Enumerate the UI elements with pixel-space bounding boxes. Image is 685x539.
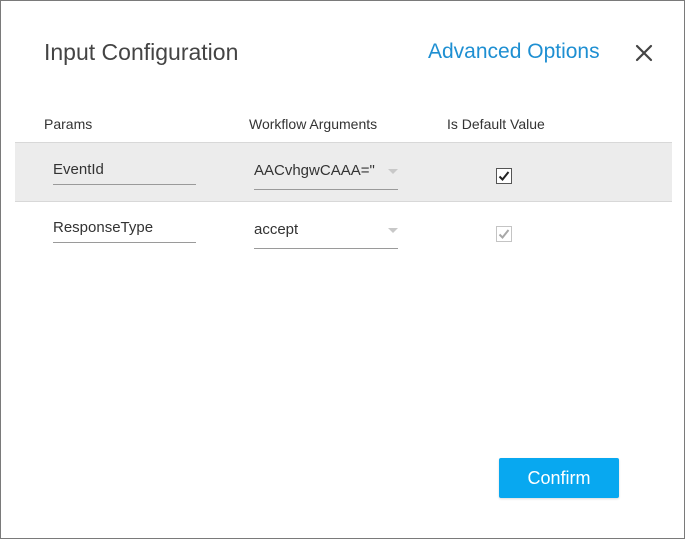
dialog-title: Input Configuration [44, 39, 239, 65]
param-name-field[interactable]: ResponseType [53, 219, 196, 243]
chevron-down-icon [388, 228, 398, 233]
is-default-checkbox [496, 226, 512, 242]
workflow-argument-value: accept [254, 221, 299, 238]
close-icon [635, 44, 653, 62]
input-configuration-dialog: Input Configuration Advanced Options Par… [0, 0, 685, 539]
column-header-is-default-value: Is Default Value [447, 116, 545, 132]
column-header-workflow-arguments: Workflow Arguments [249, 116, 378, 132]
workflow-argument-select[interactable]: accept [254, 221, 398, 249]
checkmark-icon [498, 171, 510, 181]
close-button[interactable] [632, 41, 656, 65]
table-row: ResponseType accept [15, 201, 672, 259]
workflow-argument-select[interactable]: AACvhgwCAAA=" [254, 162, 398, 190]
table-row: EventId AACvhgwCAAA=" [15, 142, 672, 202]
param-name-field[interactable]: EventId [53, 161, 196, 185]
is-default-checkbox[interactable] [496, 168, 512, 184]
chevron-down-icon [388, 169, 398, 174]
workflow-argument-value: AACvhgwCAAA=" [254, 162, 375, 179]
confirm-button[interactable]: Confirm [499, 458, 619, 498]
checkmark-icon [498, 229, 510, 239]
column-header-params: Params [44, 116, 93, 132]
advanced-options-link[interactable]: Advanced Options [428, 40, 600, 64]
